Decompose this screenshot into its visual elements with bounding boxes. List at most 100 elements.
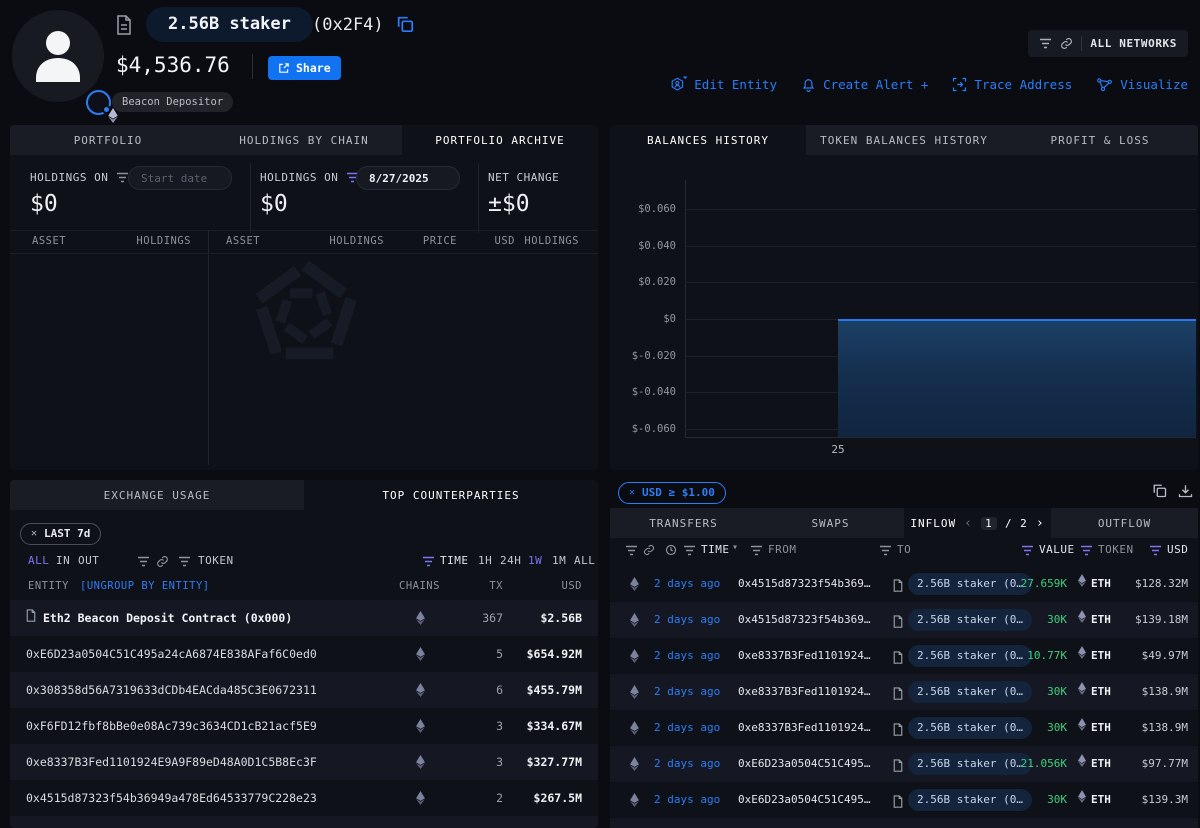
filter-icon[interactable] [683,545,696,556]
table-row[interactable]: 2 days ago 0xe8337B3Fed1101924… 2.56B st… [610,710,1198,746]
chevron-down-icon[interactable]: ▾ [732,542,738,553]
table-row[interactable]: 0xE6D23a0504C51C495a24cA6874E838AFaf6C0e… [10,636,598,672]
tx-time-link[interactable]: 2 days ago [654,782,726,818]
page-prev-icon[interactable]: ‹ [964,516,973,531]
time-option-1w[interactable]: 1W [528,554,542,567]
usd-filter-chip[interactable]: ✕ USD ≥ $1.00 [618,482,726,504]
table-row[interactable]: Eth2 Beacon Deposit Contract (0x000) 367… [10,600,598,636]
table-row[interactable]: 0x4515d87323f54b36949a478Ed64533779C228e… [10,780,598,816]
balance-area-series[interactable] [838,319,1196,437]
filter-icon[interactable] [750,545,763,556]
entity-name-pill[interactable]: 2.56B staker [146,7,313,42]
tab-exchange-usage[interactable]: EXCHANGE USAGE [10,480,304,510]
tab-swaps[interactable]: SWAPS [757,508,904,538]
start-date-input[interactable] [128,166,232,190]
table-row[interactable]: 2 days ago 0x4515d87323f54b369… 2.56B st… [610,566,1198,602]
filter-icon[interactable] [137,556,150,567]
table-row[interactable]: 0xF6FD12fbf8bBe0e08Ac739c3634CD1cB21acf5… [10,708,598,744]
filter-icon[interactable] [178,556,191,567]
copy-table-icon[interactable] [1152,483,1167,498]
counterparty-entity[interactable]: Eth2 Beacon Deposit Contract (0x000) [26,600,398,636]
close-icon[interactable]: ✕ [629,487,635,498]
time-option-all[interactable]: ALL [574,554,595,567]
tab-outflow[interactable]: OUTFLOW [1051,508,1198,538]
contract-icon [116,15,132,39]
table-row[interactable]: 2 days ago 0xe8337B3Fed1101924… 2.56B st… [610,674,1198,710]
close-icon[interactable]: ✕ [31,528,37,539]
trace-address-button[interactable]: Trace Address [952,76,1072,93]
chain-link-icon[interactable] [156,555,169,568]
arkham-watermark-logo [247,260,363,368]
filter-token[interactable]: TOKEN [198,554,234,567]
chain-link-icon[interactable] [643,544,655,556]
time-option-1m[interactable]: 1M [552,554,566,567]
page-next-icon[interactable]: › [1036,516,1045,531]
tab-portfolio[interactable]: PORTFOLIO [10,125,206,155]
tab-top-counterparties[interactable]: TOP COUNTERPARTIES [304,480,598,510]
tab-token-balances-history[interactable]: TOKEN BALANCES HISTORY [806,125,1002,155]
copy-address-icon[interactable] [396,15,414,37]
entity-balance: $4,536.76 [116,53,230,77]
tx-time-link[interactable]: 2 days ago [654,710,726,746]
visualize-button[interactable]: Visualize [1096,76,1188,93]
counterparty-address[interactable]: 0xE6D23a0504C51C495a24cA6874E838AFaf6C0e… [26,636,398,672]
from-address-link[interactable]: 0xe8337B3Fed1101924… [738,674,888,710]
table-row[interactable]: 2 days ago 0xE6D23a0504C51C495… 2.56B st… [610,782,1198,818]
filter-icon[interactable] [422,556,435,567]
end-date-input[interactable] [356,166,460,190]
tab-profit-loss[interactable]: PROFIT & LOSS [1002,125,1198,155]
from-address-link[interactable]: 0xE6D23a0504C51C495… [738,782,888,818]
filter-icon[interactable] [1021,545,1034,556]
contract-icon [893,757,903,776]
from-address-link[interactable]: 0xe8337B3Fed1101924… [738,710,888,746]
tab-inflow[interactable]: INFLOW ‹ 1 / 2 › [904,508,1051,538]
filter-in[interactable]: IN [56,554,70,567]
filter-all[interactable]: ALL [28,554,49,567]
network-selector[interactable]: ALL NETWORKS [1028,30,1188,57]
create-alert-button[interactable]: Create Alert + [801,76,928,93]
clock-icon[interactable] [665,544,677,556]
edit-entity-button[interactable]: Edit Entity [670,76,777,93]
counterparty-address[interactable]: 0x4515d87323f54b36949a478Ed64533779C228e… [26,780,398,816]
tab-holdings-by-chain[interactable]: HOLDINGS BY CHAIN [206,125,402,155]
from-address-link[interactable]: 0x4515d87323f54b369… [738,566,888,602]
counterparty-address[interactable]: 0x308358d56A7319633dCDb4EACda485C3E06723… [26,672,398,708]
from-address-link[interactable]: 0xE6D23a0504C51C495… [738,746,888,782]
filter-icon[interactable] [879,545,892,556]
filter-icon[interactable] [1080,545,1093,556]
table-row[interactable]: 2 days ago 0xE6D23a0504C51C495… 2.56B st… [610,746,1198,782]
tx-time-link[interactable]: 2 days ago [654,746,726,782]
counterparty-address[interactable]: 0xe8337B3Fed1101924E9A9F89eD48A0D1C5B8Ec… [26,744,398,780]
table-row[interactable]: 0xe8337B3Fed1101924E9A9F89eD48A0D1C5B8Ec… [10,744,598,780]
time-option-24h[interactable]: 24H [500,554,521,567]
from-address-link[interactable]: 0xe8337B3Fed1101924… [738,638,888,674]
tab-balances-history[interactable]: BALANCES HISTORY [610,125,806,155]
time-filter-chip[interactable]: ✕ LAST 7d [20,523,101,545]
filter-out[interactable]: OUT [78,554,99,567]
filter-icon[interactable] [1149,545,1162,556]
tab-portfolio-archive[interactable]: PORTFOLIO ARCHIVE [402,125,598,155]
tx-time-link[interactable]: 2 days ago [654,674,726,710]
download-icon[interactable] [1178,483,1193,498]
token-amount: 21.056K [977,746,1067,782]
table-row[interactable]: 0x308358d56A7319633dCDb4EACda485C3E06723… [10,672,598,708]
gridline [685,246,1196,247]
ungroup-by-entity-link[interactable]: [UNGROUP BY ENTITY] [80,580,210,592]
counterparty-address[interactable]: 0xF6FD12fbf8bBe0e08Ac739c3634CD1cB21acf5… [26,708,398,744]
ethereum-icon [416,754,425,773]
ethereum-icon [1078,566,1086,602]
tx-time-link[interactable]: 2 days ago [654,566,726,602]
tx-time-link[interactable]: 2 days ago [654,638,726,674]
time-option-1h[interactable]: 1H [478,554,492,567]
tx-time-link[interactable]: 2 days ago [654,602,726,638]
chart-y-axis [685,180,686,437]
create-alert-label: Create Alert + [823,77,928,92]
share-button[interactable]: Share [268,56,341,80]
filter-icon[interactable] [625,545,638,556]
from-address-link[interactable]: 0x4515d87323f54b369… [738,602,888,638]
x-tick-label: 25 [816,443,860,456]
table-row[interactable]: 2 days ago 0x4515d87323f54b369… 2.56B st… [610,602,1198,638]
entity-tag[interactable]: Beacon Depositor [112,92,233,112]
tab-transfers[interactable]: TRANSFERS [610,508,757,538]
table-row[interactable]: 2 days ago 0xe8337B3Fed1101924… 2.56B st… [610,638,1198,674]
